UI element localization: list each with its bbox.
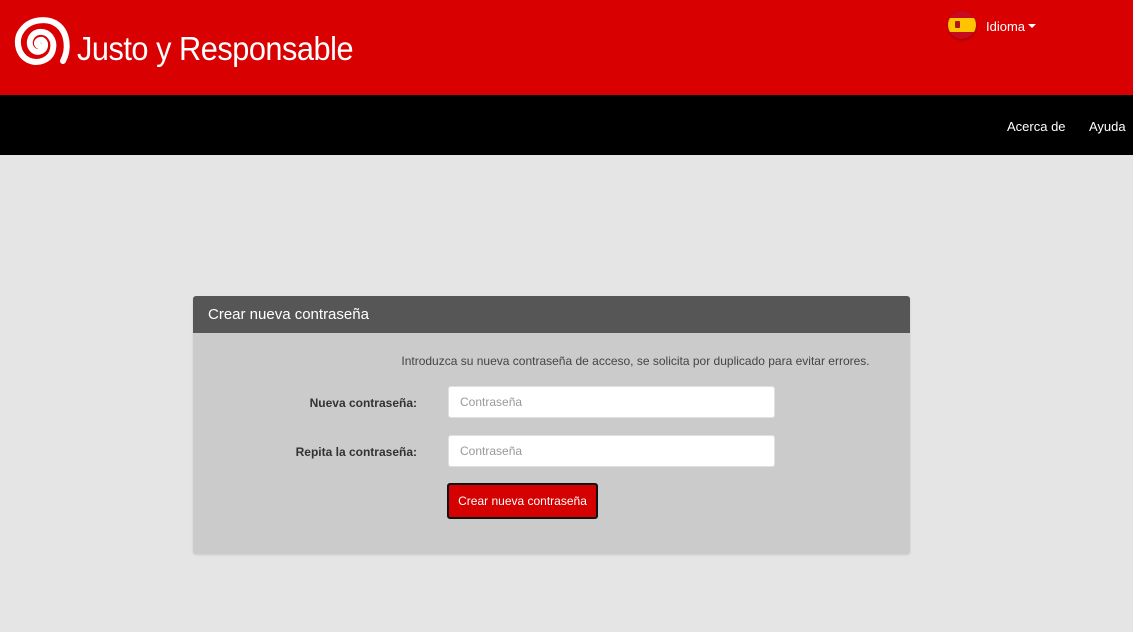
brand-title[interactable]: Justo y Responsable — [77, 30, 354, 68]
nav-link-help[interactable]: Ayuda — [1089, 119, 1126, 134]
intro-text-container: Introduzca su nueva contraseña de acceso… — [193, 354, 910, 368]
new-password-label: Nueva contraseña: — [309, 396, 417, 410]
new-password-panel: Crear nueva contraseña Introduzca su nue… — [193, 296, 910, 554]
nav-bar: Acerca de Ayuda — [0, 95, 1133, 155]
panel-title: Crear nueva contraseña — [193, 296, 910, 333]
intro-text: Introduzca su nueva contraseña de acceso… — [401, 354, 870, 368]
new-password-input[interactable] — [448, 386, 775, 418]
language-dropdown[interactable]: Idioma — [948, 11, 1037, 39]
spain-flag-icon — [948, 11, 976, 39]
nav-link-about[interactable]: Acerca de — [1007, 119, 1066, 134]
repeat-password-input[interactable] — [448, 435, 775, 467]
language-label: Idioma — [986, 18, 1026, 34]
top-header: Justo y Responsable Idioma — [0, 0, 1133, 95]
create-password-button[interactable]: Crear nueva contraseña — [447, 483, 598, 519]
chevron-down-icon — [1028, 24, 1037, 28]
repeat-password-label: Repita la contraseña: — [295, 445, 417, 459]
spiral-logo-icon[interactable] — [6, 10, 74, 78]
